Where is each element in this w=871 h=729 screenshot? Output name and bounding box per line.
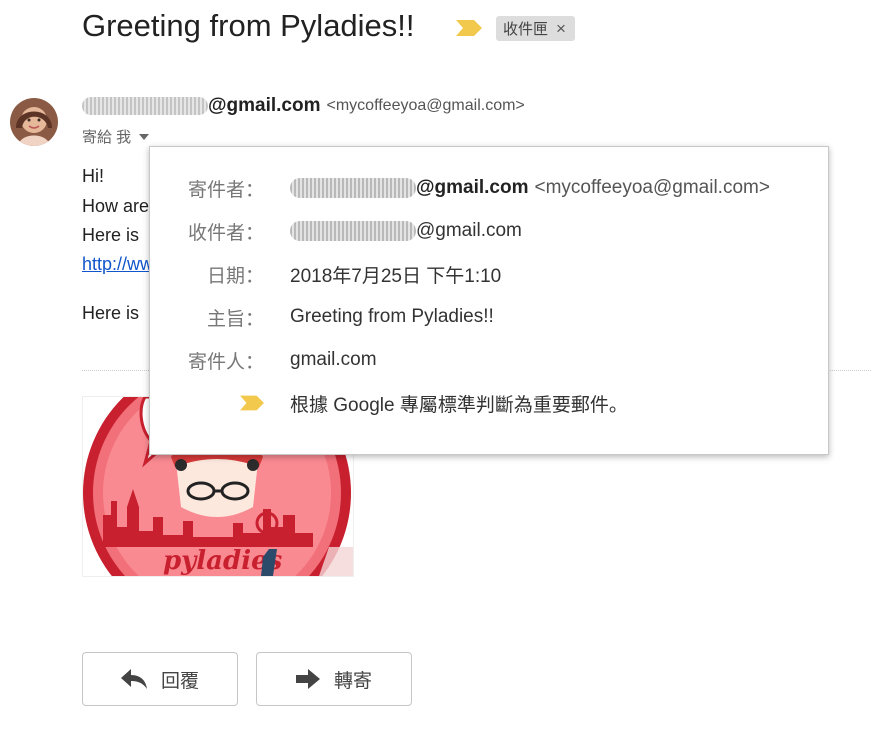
- popup-row-mailed-by: 寄件人： gmail.com: [150, 346, 828, 374]
- sender-email: <mycoffeeyoa@gmail.com>: [326, 97, 525, 114]
- redacted-recipient-name: [290, 221, 416, 241]
- to-label: 收件者：: [187, 222, 264, 244]
- body-line: How are: [82, 196, 150, 216]
- from-domain: @gmail.com: [416, 177, 529, 198]
- from-label: 寄件者：: [187, 179, 264, 201]
- forward-arrow-icon: [295, 669, 320, 689]
- mailed-by-label: 寄件人：: [187, 351, 264, 373]
- to-value: @gmail.com: [290, 220, 522, 242]
- redacted-sender-name: [290, 178, 416, 198]
- message-details-popup: 寄件者： @gmail.com <mycoffeeyoa@gmail.com> …: [149, 146, 829, 455]
- reply-label: 回覆: [160, 670, 199, 692]
- body-line: Here is: [82, 303, 140, 323]
- subject-value: Greeting from Pyladies!!: [290, 306, 494, 327]
- popup-row-to: 收件者： @gmail.com: [150, 217, 828, 245]
- chevron-down-icon[interactable]: [139, 133, 150, 140]
- reply-button[interactable]: 回覆: [82, 652, 238, 706]
- popup-row-date: 日期： 2018年7月25日 下午1:10: [150, 260, 828, 288]
- from-email: <mycoffeeyoa@gmail.com>: [534, 177, 770, 198]
- popup-row-from: 寄件者： @gmail.com <mycoffeeyoa@gmail.com>: [150, 174, 828, 202]
- sender-line: @gmail.com <mycoffeeyoa@gmail.com>: [82, 93, 525, 119]
- body-link[interactable]: http://ww: [82, 254, 153, 274]
- date-label: 日期：: [206, 265, 264, 287]
- forward-label: 轉寄: [333, 670, 372, 692]
- body-line: Here is: [82, 225, 140, 245]
- subject-label: 主旨：: [206, 308, 264, 330]
- sender-avatar[interactable]: [10, 98, 58, 146]
- important-marker-icon: [240, 395, 264, 411]
- sender-domain: @gmail.com: [208, 95, 321, 116]
- remove-label-icon[interactable]: ×: [556, 19, 566, 39]
- popup-row-subject: 主旨： Greeting from Pyladies!!: [150, 303, 828, 331]
- inbox-label-chip: 收件匣 ×: [496, 16, 575, 41]
- body-line: Hi!: [82, 166, 104, 186]
- popup-row-importance: 根據 Google 專屬標準判斷為重要郵件。: [150, 389, 828, 417]
- forward-button[interactable]: 轉寄: [256, 652, 412, 706]
- to-me-label: 寄給 我: [82, 129, 132, 146]
- body-link-line[interactable]: http://ww: [82, 254, 153, 275]
- date-value: 2018年7月25日 下午1:10: [290, 265, 502, 287]
- to-domain: @gmail.com: [416, 220, 522, 241]
- importance-label: [150, 392, 264, 414]
- recipient-line: 寄給 我: [82, 126, 150, 147]
- important-marker-icon[interactable]: [456, 20, 482, 36]
- redacted-sender-name: [82, 97, 208, 115]
- from-value: @gmail.com <mycoffeeyoa@gmail.com>: [290, 177, 770, 199]
- email-subject: Greeting from Pyladies!!: [82, 8, 415, 43]
- importance-value: 根據 Google 專屬標準判斷為重要郵件。: [290, 394, 628, 416]
- reply-arrow-icon: [120, 669, 147, 689]
- label-chip-text: 收件匣: [503, 21, 549, 38]
- mailed-by-value: gmail.com: [290, 349, 377, 370]
